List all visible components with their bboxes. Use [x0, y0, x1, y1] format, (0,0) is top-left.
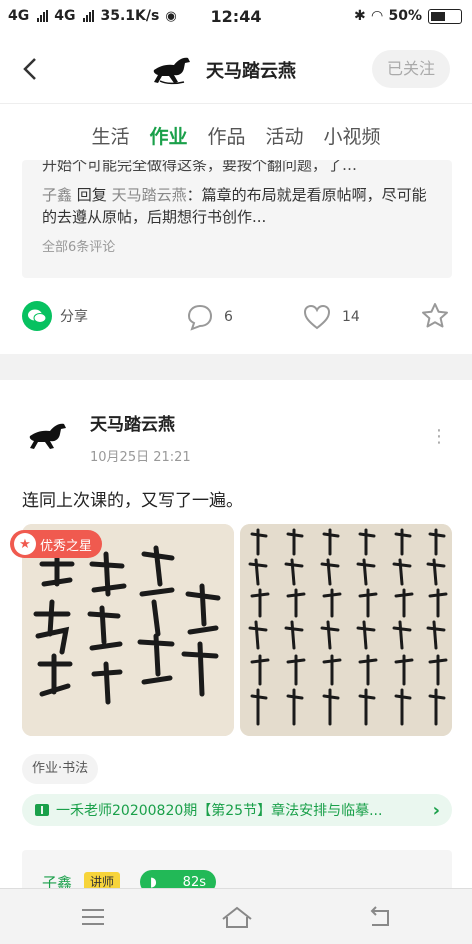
course-link[interactable]: 一禾老师20200820期【第25节】章法安排与临摹... › [22, 794, 452, 826]
book-icon [35, 804, 49, 816]
more-options-icon[interactable]: ⋮ [430, 426, 448, 447]
like-button[interactable]: 14 [302, 303, 360, 331]
post-text: 连同上次课的，又写了一遍。 [22, 491, 243, 511]
badge-label: 优秀之星 [40, 538, 93, 554]
category-tag[interactable]: 作业·书法 [22, 754, 99, 784]
course-title: 一禾老师20200820期【第25节】章法安排与临摹... [56, 803, 383, 819]
follow-button[interactable]: 已关注 [372, 50, 450, 88]
page-title: 天马踏云燕 [206, 61, 296, 82]
excellent-star-badge: ★ 优秀之星 [10, 530, 103, 558]
chevron-right-icon: › [432, 799, 440, 821]
comment-button[interactable]: 6 [186, 303, 233, 331]
reply-comment: 子鑫 回复 天马踏云燕：篇章的布局就是看原帖啊，尽可能的去遵从原帖，后期想行书创… [42, 184, 432, 228]
battery-icon [428, 8, 462, 24]
comment-icon [187, 304, 213, 331]
back-nav-icon[interactable] [364, 903, 394, 931]
reply-word: 回复 [76, 186, 107, 204]
top-navbar: 天马踏云燕 已关注 [0, 34, 472, 104]
author-avatar[interactable] [22, 406, 78, 462]
share-button[interactable]: 分享 [22, 301, 88, 331]
tab-homework[interactable]: 作业 [149, 122, 187, 169]
system-nav-bar [0, 888, 472, 944]
tab-bar: 生活 作业 作品 活动 小视频 [0, 104, 472, 169]
reply-target[interactable]: 天马踏云燕 [112, 186, 187, 204]
heart-icon [303, 304, 331, 330]
tab-works[interactable]: 作品 [207, 122, 245, 160]
menu-icon[interactable] [78, 903, 108, 931]
tab-activities[interactable]: 活动 [266, 122, 304, 160]
clipped-comment: 开始个可能完全做得这条，要按个翻问题，了… [42, 160, 358, 174]
wifi-icon: ◠ [371, 8, 383, 24]
chevron-left-icon [23, 58, 36, 80]
share-label: 分享 [60, 309, 88, 325]
tab-life[interactable]: 生活 [91, 122, 129, 160]
comment-count: 6 [224, 309, 233, 325]
wechat-icon [22, 301, 52, 331]
like-count: 14 [342, 309, 360, 325]
author-name[interactable]: 天马踏云燕 [90, 410, 175, 435]
favorite-button[interactable] [420, 301, 450, 335]
calligraphy-image-2[interactable] [240, 524, 452, 736]
all-comments-link[interactable]: 全部6条评论 [42, 236, 432, 255]
comment-preview[interactable]: 开始个可能完全做得这条，要按个翻问题，了… 子鑫 回复 天马踏云燕：篇章的布局就… [22, 160, 452, 278]
status-bar: 4G 4G 35.1K/s ◉ 12:44 ✱ ◠ 50% [0, 0, 472, 34]
battery-percent: 50% [388, 8, 422, 24]
post-actions: 分享 6 14 [0, 295, 472, 341]
section-divider [0, 354, 472, 380]
bluetooth-icon: ✱ [353, 8, 366, 24]
tab-short-videos[interactable]: 小视频 [324, 122, 381, 160]
home-icon[interactable] [220, 903, 254, 931]
reply-author[interactable]: 子鑫 [42, 186, 72, 204]
star-badge-icon: ★ [14, 533, 36, 555]
system-status: ✱ ◠ 50% [354, 8, 462, 24]
back-button[interactable] [16, 54, 46, 84]
calligraphy-artwork [240, 524, 452, 736]
post-time: 10月25日 21:21 [90, 450, 191, 465]
star-icon [422, 303, 448, 328]
horse-logo-avatar[interactable] [150, 48, 194, 88]
